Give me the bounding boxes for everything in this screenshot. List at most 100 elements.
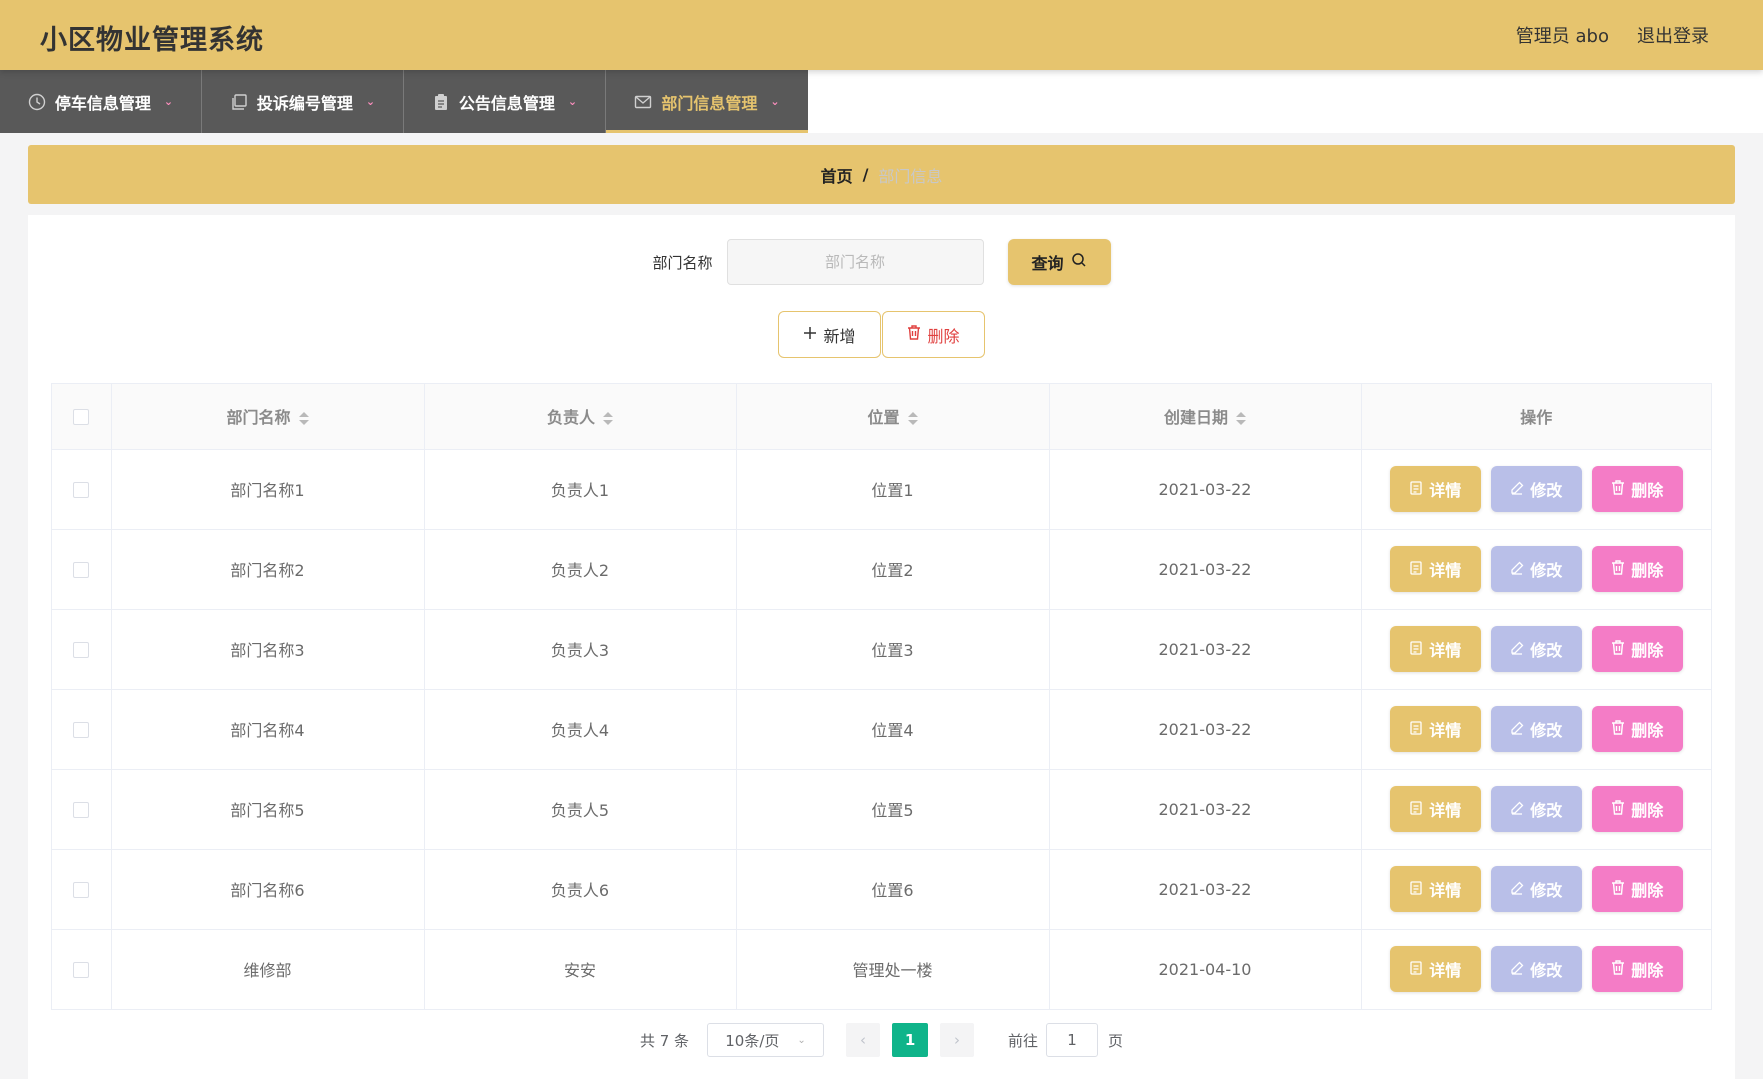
table-row[interactable]: 部门名称6 负责人6 位置6 2021-03-22 详情 修改 删除 [52,849,1712,930]
table-row[interactable]: 部门名称3 负责人3 位置3 2021-03-22 详情 修改 删除 [52,609,1711,690]
nav-bar-container: 停车信息管理 ⌄ 投诉编号管理 ⌄ 公告信息管理 ⌄ 部门信息管理 ⌄ [0,70,1763,133]
cell-actions: 详情 修改 删除 [1361,769,1711,850]
delete-button[interactable]: 删除 [1591,546,1683,592]
detail-button[interactable]: 详情 [1389,946,1481,993]
detail-button[interactable]: 详情 [1389,866,1481,912]
row-select-cell [52,449,112,530]
delete-button[interactable]: 删除 [1591,946,1683,993]
row-checkbox[interactable] [73,482,90,498]
delete-button[interactable]: 删除 [1591,706,1683,752]
nav-menu: 停车信息管理 ⌄ 投诉编号管理 ⌄ 公告信息管理 ⌄ 部门信息管理 ⌄ [0,70,808,133]
row-checkbox[interactable] [73,962,90,979]
table-row[interactable]: 部门名称1 负责人1 位置1 2021-03-22 详情 修改 删除 [52,449,1712,530]
column-header-date[interactable]: 创建日期 [1049,384,1362,450]
row-actions: 详情 修改 删除 [1362,706,1712,752]
delete-button[interactable]: 删除 [1591,786,1683,832]
nav-item-departments[interactable]: 部门信息管理 ⌄ [606,70,808,133]
detail-button[interactable]: 详情 [1389,626,1481,672]
page-size-value: 10条/页 [725,1031,780,1050]
edit-button[interactable]: 修改 [1490,866,1582,912]
detail-button[interactable]: 详情 [1389,466,1481,512]
edit-button[interactable]: 修改 [1490,626,1582,672]
delete-button-label: 删除 [1631,561,1664,580]
nav-item-parking[interactable]: 停车信息管理 ⌄ [0,70,202,133]
cell-created-date: 2021-03-22 [1049,609,1362,690]
prev-page-button[interactable]: ‹ [846,1023,881,1057]
nav-item-label: 停车信息管理 [54,93,151,113]
logout-link[interactable]: 退出登录 [1637,22,1709,48]
breadcrumb-current: 部门信息 [878,166,943,186]
pencil-icon [1510,560,1524,579]
edit-button[interactable]: 修改 [1490,786,1582,832]
sort-icon[interactable] [603,412,613,426]
pencil-icon [1510,640,1524,659]
table-row[interactable]: 部门名称4 负责人4 位置4 2021-03-22 详情 修改 删除 [52,689,1712,770]
row-actions: 详情 修改 删除 [1362,466,1712,512]
delete-button-label: 删除 [927,326,960,346]
next-page-button[interactable]: › [940,1023,975,1057]
pencil-icon [1510,480,1524,499]
trash-icon [907,325,921,344]
trash-icon [1611,719,1625,739]
row-checkbox[interactable] [73,642,90,658]
header-label: 位置 [867,408,900,428]
cell-actions: 详情 修改 删除 [1361,449,1712,530]
nav-item-complaints[interactable]: 投诉编号管理 ⌄ [202,70,404,133]
main-panel: 部门名称 查询 新增 删除 [28,215,1735,1079]
department-name-input[interactable] [726,239,984,285]
pencil-icon [1510,960,1524,979]
page-size-select[interactable]: 10条/页 ⌄ [707,1023,825,1057]
cell-manager: 负责人3 [424,609,737,690]
table-row[interactable]: 部门名称2 负责人2 位置2 2021-03-22 详情 修改 删除 [52,529,1711,610]
edit-button[interactable]: 修改 [1490,546,1582,592]
detail-button-label: 详情 [1429,881,1462,900]
sort-icon[interactable] [1236,412,1246,426]
breadcrumb-separator: / [862,165,869,184]
cell-actions: 详情 修改 删除 [1361,609,1711,690]
search-icon [1071,252,1087,272]
delete-button[interactable]: 删除 [1591,866,1683,912]
detail-button-label: 详情 [1429,641,1462,660]
table-row[interactable]: 维修部 安安 管理处一楼 2021-04-10 详情 修改 删除 [52,929,1711,1009]
detail-button[interactable]: 详情 [1389,786,1481,832]
column-header-location[interactable]: 位置 [736,384,1050,450]
row-checkbox[interactable] [73,562,90,578]
chevron-down-icon: ⌄ [365,95,376,108]
edit-button[interactable]: 修改 [1490,466,1582,512]
column-header-manager[interactable]: 负责人 [424,384,737,450]
table-row[interactable]: 部门名称5 负责人5 位置5 2021-03-22 详情 修改 删除 [52,769,1711,850]
delete-button-label: 删除 [1631,641,1664,660]
select-all-checkbox[interactable] [73,409,90,426]
row-checkbox[interactable] [73,882,90,898]
query-button[interactable]: 查询 [1007,239,1111,285]
row-actions: 详情 修改 删除 [1362,946,1712,993]
edit-button[interactable]: 修改 [1490,946,1582,993]
table-body: 部门名称1 负责人1 位置1 2021-03-22 详情 修改 删除 部门名称2 负责人2 位置2… [52,449,1711,1009]
clock-icon [28,93,46,111]
row-actions: 详情 修改 删除 [1362,866,1712,912]
document-icon [1409,720,1423,739]
detail-button[interactable]: 详情 [1389,546,1481,592]
breadcrumb-home[interactable]: 首页 [821,163,853,187]
search-label: 部门名称 [652,253,713,272]
goto-page-input[interactable] [1046,1023,1099,1057]
edit-button-label: 修改 [1530,801,1563,820]
delete-button-label: 删除 [1631,481,1664,500]
search-bar: 部门名称 查询 [28,239,1735,285]
batch-delete-button[interactable]: 删除 [882,311,985,358]
detail-button[interactable]: 详情 [1389,706,1481,752]
add-button[interactable]: 新增 [778,311,881,358]
edit-button-label: 修改 [1530,961,1563,981]
row-checkbox[interactable] [73,722,90,738]
cell-manager: 负责人4 [424,689,737,770]
row-checkbox[interactable] [73,802,90,818]
plus-icon [803,325,817,344]
sort-icon[interactable] [298,412,309,426]
delete-button[interactable]: 删除 [1591,466,1683,512]
sort-icon[interactable] [907,412,918,426]
nav-item-notices[interactable]: 公告信息管理 ⌄ [404,70,606,133]
edit-button[interactable]: 修改 [1490,706,1582,752]
page-number-current[interactable]: 1 [892,1023,929,1057]
delete-button[interactable]: 删除 [1591,626,1683,672]
column-header-name[interactable]: 部门名称 [111,384,425,450]
